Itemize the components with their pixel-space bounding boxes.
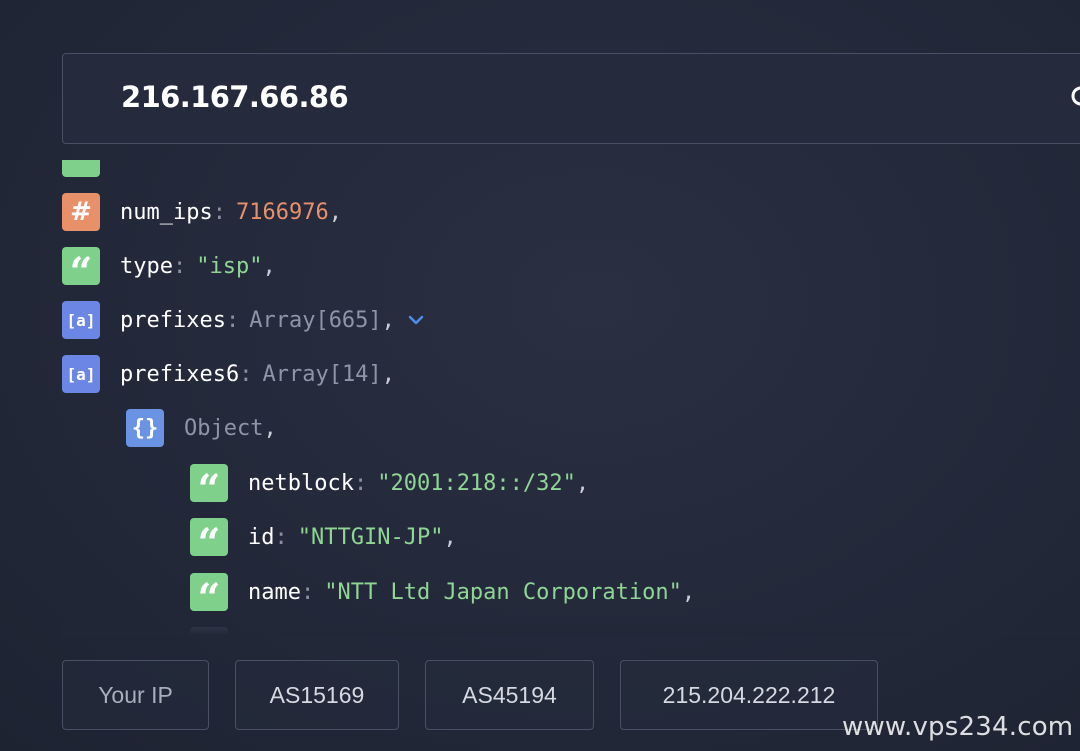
json-value: Object: [184, 415, 264, 441]
json-colon: :: [300, 579, 315, 605]
quick-link-button[interactable]: AS15169: [235, 660, 399, 730]
json-key: prefixes: [120, 307, 226, 333]
json-colon: :: [239, 361, 253, 387]
json-value: Array[665]: [249, 307, 382, 333]
search-icon[interactable]: [1069, 84, 1080, 112]
json-key: num_ips: [120, 199, 213, 225]
array-type-icon: [a]: [62, 355, 100, 393]
json-comma: ,: [575, 470, 590, 496]
json-row-netblock: “ netblock : "2001:218::/32" ,: [190, 463, 590, 510]
json-row-name: “ name : "NTT Ltd Japan Corporation" ,: [190, 572, 696, 619]
json-row-prefixes6[interactable]: [a] prefixes6 : Array[14] ,: [62, 354, 395, 394]
json-comma: ,: [328, 199, 342, 225]
string-type-icon: “: [190, 573, 228, 619]
json-colon: :: [225, 307, 240, 333]
json-row-id: “ id : "NTTGIN-JP" ,: [190, 517, 457, 564]
json-value: Array[14]: [262, 361, 382, 387]
json-value: "isp": [196, 253, 263, 279]
watermark: www.vps234.com: [842, 712, 1074, 742]
json-comma: ,: [263, 415, 277, 441]
search-input[interactable]: 216.167.66.86: [121, 80, 349, 114]
array-type-icon: [a]: [62, 301, 100, 339]
json-row-prefixes[interactable]: [a] prefixes : Array[665] ,: [62, 300, 425, 340]
json-row-num-ips: # num_ips : 7166976 ,: [62, 192, 342, 232]
string-type-icon: [62, 160, 100, 177]
json-colon: :: [274, 524, 288, 550]
string-type-icon: “: [62, 247, 100, 293]
json-key: id: [248, 524, 275, 550]
your-ip-button[interactable]: Your IP: [62, 660, 209, 730]
json-viewer: # num_ips : 7166976 , “ type : "isp" , […: [62, 160, 1080, 635]
json-value: 7166976: [235, 199, 329, 225]
number-type-icon: #: [62, 193, 100, 231]
quick-link-button[interactable]: AS45194: [425, 660, 594, 730]
json-comma: ,: [381, 307, 395, 333]
page: 216.167.66.86 # num_ips : 7166976 , “ ty…: [0, 0, 1080, 751]
string-type-icon: “: [190, 464, 228, 510]
json-colon: :: [212, 199, 226, 225]
json-row-object[interactable]: {} Object ,: [126, 408, 277, 448]
search-box[interactable]: 216.167.66.86: [62, 53, 1080, 144]
json-key: type: [120, 253, 173, 279]
json-value: "2001:218::/32": [377, 470, 576, 496]
json-key: prefixes6: [120, 361, 240, 387]
json-row-type: “ type : "isp" ,: [62, 246, 276, 293]
type-icon: [190, 627, 228, 635]
json-comma: ,: [681, 579, 696, 605]
json-comma: ,: [443, 524, 457, 550]
json-comma: ,: [381, 361, 395, 387]
string-type-icon: “: [190, 518, 228, 564]
chevron-down-icon[interactable]: [407, 311, 425, 329]
json-value: "NTTGIN-JP": [297, 524, 444, 550]
quick-link-button[interactable]: 215.204.222.212: [620, 660, 878, 730]
json-key: netblock: [248, 470, 354, 496]
object-type-icon: {}: [126, 409, 164, 447]
json-colon: :: [172, 253, 187, 279]
json-key: name: [248, 579, 301, 605]
json-colon: :: [353, 470, 368, 496]
json-value: "NTT Ltd Japan Corporation": [324, 579, 682, 605]
json-comma: ,: [262, 253, 276, 279]
